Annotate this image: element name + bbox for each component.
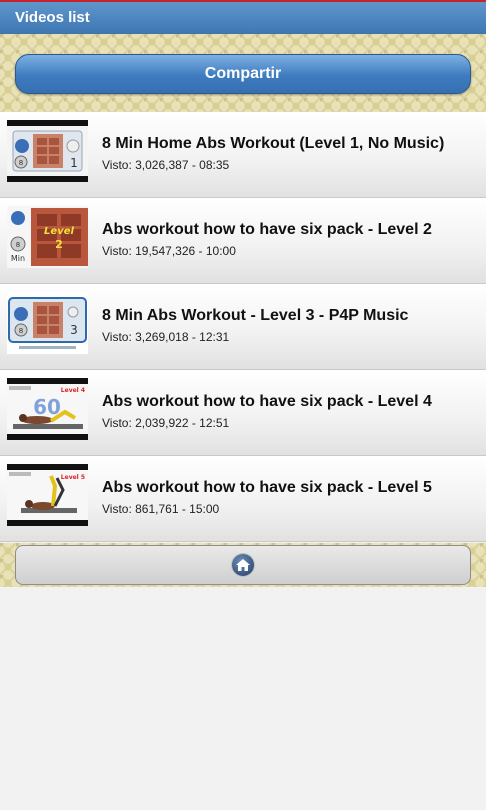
video-title: Abs workout how to have six pack - Level… <box>102 393 432 410</box>
abs-level-5-thumbnail: Level 5 <box>7 470 88 520</box>
video-list: 8 1 8 Min Home Abs Workout (Level 1, No … <box>0 112 486 542</box>
thumb-text: 8 <box>19 327 23 335</box>
video-thumbnail: Level 4 60 <box>7 378 88 440</box>
thumb-text: 8 <box>19 159 23 167</box>
home-icon <box>232 554 254 576</box>
thumb-text: 1 <box>70 156 78 170</box>
video-title: 8 Min Home Abs Workout (Level 1, No Musi… <box>102 135 445 152</box>
video-item[interactable]: 8 1 8 Min Home Abs Workout (Level 1, No … <box>0 112 486 198</box>
share-button[interactable]: Compartir <box>15 54 471 94</box>
video-title: Abs workout how to have six pack - Level… <box>102 221 432 238</box>
abs-level-2-thumbnail: Level 2 8 Min <box>7 206 88 268</box>
thumb-text: Level <box>44 226 74 237</box>
video-meta: Visto: 3,026,387 - 08:35 <box>102 158 230 172</box>
video-meta: Visto: 19,547,326 - 10:00 <box>102 244 236 258</box>
video-thumbnail: Level 2 8 Min <box>7 206 88 268</box>
video-meta: Visto: 3,269,018 - 12:31 <box>102 330 230 344</box>
thumb-text: Min <box>11 254 25 263</box>
video-thumbnail: 8 1 <box>7 120 88 182</box>
video-item[interactable]: Level 2 8 Min Abs workout how to have si… <box>0 198 486 284</box>
video-thumbnail: 8 3 <box>7 292 88 354</box>
video-item[interactable]: Level 4 60 Abs workout how to have six p… <box>0 370 486 456</box>
top-bar: Videos list <box>0 0 486 34</box>
video-meta: Visto: 861,761 - 15:00 <box>102 502 220 516</box>
video-title: Abs workout how to have six pack - Level… <box>102 479 432 496</box>
abs-level-1-thumbnail: 8 1 <box>7 126 88 176</box>
video-thumbnail: Level 5 <box>7 464 88 526</box>
home-button[interactable] <box>15 545 471 585</box>
thumb-text: Level 4 <box>61 387 85 394</box>
thumb-text: 2 <box>55 238 63 251</box>
video-item[interactable]: 8 3 8 Min Abs Workout - Level 3 - P4P Mu… <box>0 284 486 370</box>
thumb-text: 3 <box>70 323 78 337</box>
page-title: Videos list <box>15 9 90 26</box>
abs-level-3-thumbnail: 8 3 <box>7 292 88 354</box>
video-meta: Visto: 2,039,922 - 12:51 <box>102 416 230 430</box>
video-title: 8 Min Abs Workout - Level 3 - P4P Music <box>102 307 409 324</box>
abs-level-4-thumbnail: Level 4 60 <box>7 384 88 434</box>
thumb-text: 8 <box>16 241 20 249</box>
thumb-text: Level 5 <box>61 474 85 481</box>
video-item[interactable]: Level 5 Abs workout how to have six pack… <box>0 456 486 542</box>
